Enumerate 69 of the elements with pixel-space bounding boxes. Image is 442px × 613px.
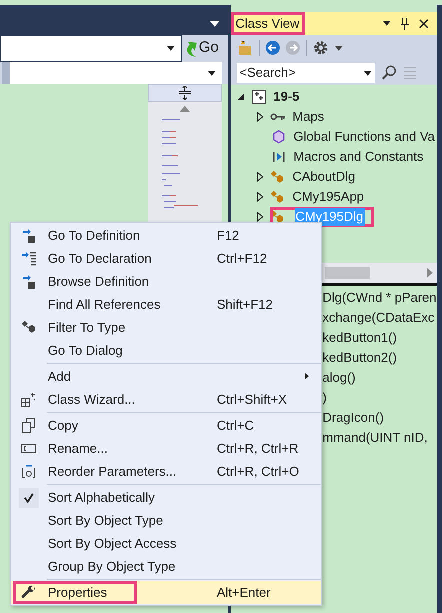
expand-triangle-icon[interactable] — [256, 192, 264, 202]
macro-icon — [270, 149, 287, 165]
member-item[interactable]: alog() — [322, 368, 437, 388]
menu-item[interactable]: Browse Definition — [11, 270, 321, 293]
menu-item[interactable]: Properties Alt+Enter — [11, 581, 321, 604]
copy-icon — [21, 418, 37, 434]
dropdown-arrow-icon — [208, 70, 216, 76]
settings-icon[interactable] — [312, 40, 329, 56]
member-item[interactable]: ) — [322, 388, 437, 408]
close-icon[interactable] — [418, 18, 429, 28]
menu-item[interactable]: Find All References Shift+F12 — [11, 293, 321, 316]
dropdown-arrow-icon — [364, 70, 372, 76]
menu-item[interactable]: Go To Dialog — [11, 339, 321, 362]
dropdown-arrow-icon — [167, 46, 175, 51]
expand-triangle-icon[interactable] — [256, 172, 264, 182]
project-icon — [250, 89, 267, 105]
member-item[interactable]: DragIcon() — [322, 408, 437, 428]
tree-item[interactable]: Macros and Constants — [292, 148, 425, 166]
member-item[interactable]: mmand(UINT nID, — [322, 428, 437, 448]
dropdown-field[interactable] — [10, 62, 222, 84]
menu-item[interactable]: Rename... Ctrl+R, Ctrl+R — [11, 437, 321, 460]
dropdown-arrow-icon — [334, 46, 343, 50]
expand-triangle-icon[interactable] — [256, 212, 264, 222]
class-icon — [270, 169, 286, 185]
scroll-right-icon[interactable] — [426, 268, 433, 278]
tree-item[interactable]: CMy195App — [292, 188, 366, 206]
menu-item[interactable]: Go To Declaration Ctrl+F12 — [11, 247, 321, 270]
arrow-to-block-icon — [21, 274, 37, 290]
pin-icon[interactable] — [400, 18, 409, 30]
member-item[interactable]: kedButton2() — [322, 348, 437, 368]
dropdown-arrow-icon[interactable] — [382, 21, 391, 26]
class-icon — [270, 189, 286, 205]
menu-item[interactable]: Sort By Object Access — [11, 532, 321, 555]
member-item[interactable]: kedButton1() — [322, 328, 437, 348]
arrow-to-block-icon — [21, 228, 37, 244]
tree-item[interactable]: 19-5 — [272, 88, 301, 106]
menu-item[interactable]: Add — [11, 365, 321, 388]
scrollbar-thumb[interactable] — [324, 267, 370, 279]
cube-icon — [270, 129, 287, 145]
menu-item[interactable]: Class Wizard... Ctrl+Shift+X — [11, 388, 321, 411]
dropdown-field[interactable] — [0, 35, 182, 62]
expand-triangle-icon[interactable] — [256, 112, 264, 122]
menu-item[interactable]: Copy Ctrl+C — [11, 414, 321, 437]
tree-item[interactable]: Global Functions and Va — [292, 128, 436, 146]
menu-item[interactable]: Filter To Type — [11, 316, 321, 339]
collapse-triangle-icon[interactable] — [236, 93, 245, 101]
back-icon[interactable] — [266, 41, 280, 55]
search-icon[interactable] — [380, 65, 397, 81]
go-button[interactable]: Go — [182, 35, 222, 62]
gripper[interactable] — [2, 62, 10, 84]
member-item[interactable]: xchange(CDataExc — [322, 308, 437, 328]
tree-item[interactable]: CAboutDlg — [292, 168, 356, 186]
menu-item[interactable]: Reorder Parameters... Ctrl+R, Ctrl+O — [11, 460, 321, 483]
wizard-icon — [21, 392, 37, 408]
dropdown-arrow-icon[interactable] — [210, 21, 220, 27]
menu-item[interactable]: Go To Definition F12 — [11, 224, 321, 247]
menu-item[interactable]: Group By Object Type — [11, 555, 321, 578]
member-item[interactable]: Dlg(CWnd * pParen — [322, 288, 437, 308]
tree-item[interactable]: Maps — [292, 108, 326, 126]
search-field[interactable]: <Search> — [236, 63, 375, 83]
reorder-icon — [21, 464, 37, 480]
wrench-icon — [21, 584, 37, 600]
class-hierarchy-icon — [21, 320, 37, 336]
splitter-icon[interactable] — [179, 86, 191, 100]
scroll-up-icon[interactable] — [180, 106, 190, 112]
menu-item[interactable]: Sort By Object Type — [11, 509, 321, 532]
panel-title: Class View — [230, 12, 305, 35]
arrow-to-lines-icon — [21, 250, 37, 266]
menu-item[interactable]: Sort Alphabetically — [11, 486, 321, 509]
